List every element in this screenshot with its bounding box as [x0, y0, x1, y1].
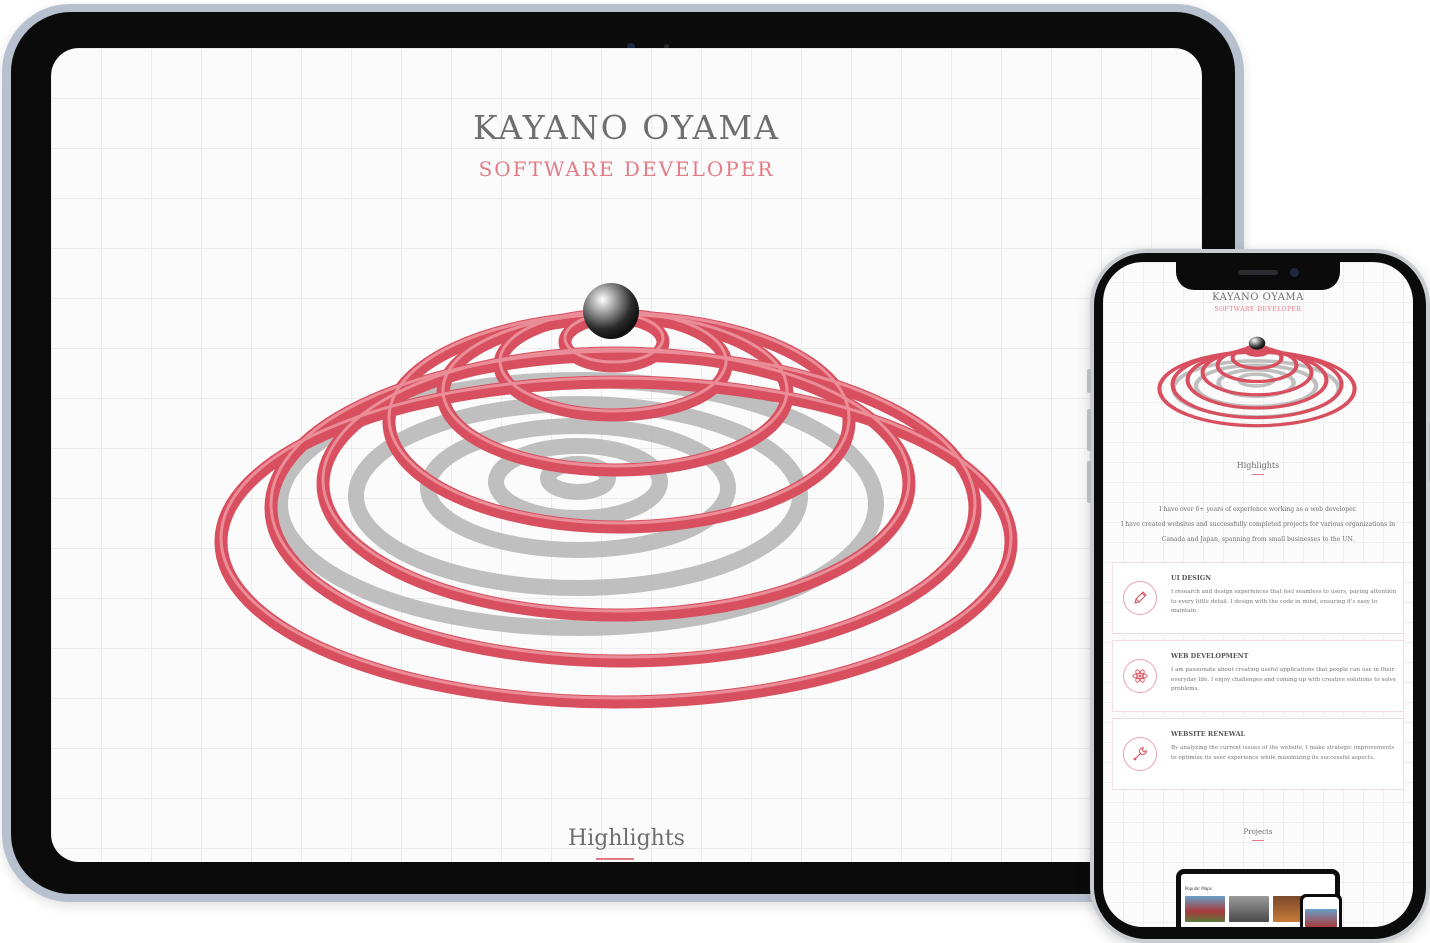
metal-ball: [1248, 336, 1266, 350]
highlights-underline: [596, 858, 634, 860]
project-thumbnail: [1305, 909, 1337, 927]
notch-speaker: [1238, 270, 1278, 275]
skill-card-website-renewal: WEBSITE RENEWAL By analyzing the current…: [1112, 718, 1404, 790]
card-text: I research and design experiences that f…: [1171, 589, 1397, 615]
project-preview-phone-screen: [1303, 897, 1339, 927]
project-preview-heading: Popular Maps: [1185, 886, 1212, 891]
card-heading: WEBSITE RENEWAL: [1171, 730, 1246, 738]
phone-notch: [1176, 262, 1340, 290]
phone-volume-down: [1087, 461, 1091, 503]
card-heading: UI DESIGN: [1171, 574, 1212, 582]
site-title: KAYANO OYAMA: [1212, 292, 1304, 303]
highlights-heading: Highlights: [568, 826, 685, 851]
notch-camera: [1290, 268, 1299, 277]
card-text: By analyzing the current issues of the w…: [1171, 745, 1395, 761]
phone-silent-switch: [1087, 369, 1091, 393]
card-heading: WEB DEVELOPMENT: [1171, 652, 1249, 660]
atom-icon: [1132, 669, 1148, 683]
card-text: I am passionate about creating useful ap…: [1171, 667, 1396, 693]
phone-screen: KAYANO OYAMA SOFTWARE DEVELOPER Highligh…: [1103, 262, 1413, 927]
project-preview-phone[interactable]: [1300, 894, 1342, 927]
metal-ball: [583, 283, 639, 339]
pencil-icon: [1134, 591, 1147, 604]
tablet-screen: KAYANO OYAMA SOFTWARE DEVELOPER Highligh…: [51, 48, 1202, 862]
card-icon-circle: [1123, 659, 1157, 693]
skill-card-web-development: WEB DEVELOPMENT I am passionate about cr…: [1112, 640, 1404, 712]
intro-line: I have created websites and successfully…: [1120, 521, 1396, 543]
spiral-coil-illustration: [214, 283, 1018, 709]
project-thumbnail: [1229, 896, 1269, 922]
site-subtitle: SOFTWARE DEVELOPER: [1214, 306, 1302, 313]
projects-heading: Projects: [1243, 828, 1273, 836]
card-icon-circle: [1123, 737, 1157, 771]
highlights-heading: Highlights: [1236, 461, 1280, 470]
intro-text: I have over 6+ years of experience worki…: [1109, 502, 1407, 547]
wrench-icon: [1133, 747, 1147, 761]
card-icon-circle: [1123, 581, 1157, 615]
highlights-underline: [1252, 474, 1264, 475]
projects-underline: [1252, 840, 1264, 841]
spiral-coil-illustration: [1157, 336, 1357, 428]
skill-card-ui-design: UI DESIGN I research and design experien…: [1112, 562, 1404, 634]
project-thumbnail: [1185, 896, 1225, 922]
phone-volume-up: [1087, 409, 1091, 451]
intro-line: I have over 6+ years of experience worki…: [1159, 506, 1357, 513]
